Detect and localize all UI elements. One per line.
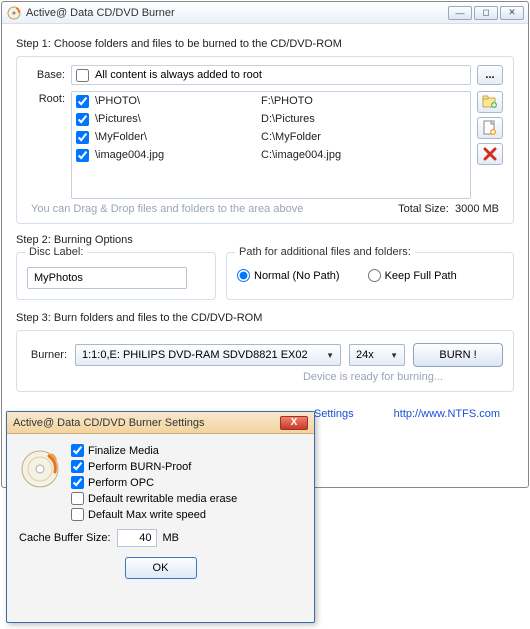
step1-panel: Base: All content is always added to roo… [16, 56, 514, 224]
maximize-button[interactable]: ◻ [474, 6, 498, 20]
opt-opc[interactable]: Perform OPC [71, 476, 302, 489]
add-file-button[interactable] [477, 117, 503, 139]
step2-label: Step 2: Burning Options [16, 234, 514, 246]
list-item[interactable]: \image004.jpg C:\image004.jpg [72, 146, 470, 164]
total-size-label: Total Size: [398, 203, 449, 215]
disc-label-input[interactable] [27, 267, 187, 289]
total-size-value: 3000 MB [455, 203, 499, 215]
base-text: All content is always added to root [95, 69, 262, 81]
dialog-titlebar: Active@ Data CD/DVD Burner Settings X [7, 412, 314, 434]
disc-label-group: Disc Label: [16, 252, 216, 300]
opt-rewritable[interactable]: Default rewritable media erase [71, 492, 302, 505]
settings-dialog: Active@ Data CD/DVD Burner Settings X Fi… [6, 411, 315, 623]
burner-status: Device is ready for burning... [27, 371, 503, 383]
close-button[interactable]: ✕ [500, 6, 524, 20]
list-item[interactable]: \MyFolder\ C:\MyFolder [72, 128, 470, 146]
settings-link[interactable]: Settings [314, 408, 354, 420]
step3-panel: Burner: 1:1:0,E: PHILIPS DVD-RAM SDVD882… [16, 330, 514, 392]
base-label: Base: [27, 69, 65, 81]
drag-hint: You can Drag & Drop files and folders to… [31, 203, 398, 215]
radio-keep-path[interactable]: Keep Full Path [368, 269, 457, 282]
burner-select[interactable]: 1:1:0,E: PHILIPS DVD-RAM SDVD8821 EX02▼ [75, 344, 341, 366]
chevron-down-icon: ▼ [390, 351, 398, 360]
root-list[interactable]: \PHOTO\ F:\PHOTO \Pictures\ D:\Pictures … [71, 91, 471, 199]
burn-button[interactable]: BURN ! [413, 343, 503, 367]
base-checkbox[interactable] [76, 69, 89, 82]
root-label: Root: [27, 91, 65, 199]
cache-input[interactable] [117, 529, 157, 547]
app-icon [6, 5, 22, 21]
dialog-title: Active@ Data CD/DVD Burner Settings [13, 417, 280, 429]
ntfs-link[interactable]: http://www.NTFS.com [394, 408, 500, 420]
minimize-button[interactable]: — [448, 6, 472, 20]
path-legend: Path for additional files and folders: [235, 246, 415, 258]
cache-label: Cache Buffer Size: [19, 532, 111, 544]
cd-icon [19, 448, 61, 490]
disc-label-legend: Disc Label: [25, 246, 87, 258]
item-checkbox[interactable] [76, 113, 89, 126]
dialog-close-button[interactable]: X [280, 416, 308, 430]
remove-button[interactable] [477, 143, 503, 165]
opt-maxspeed[interactable]: Default Max write speed [71, 508, 302, 521]
titlebar: Active@ Data CD/DVD Burner — ◻ ✕ [2, 2, 528, 24]
list-item[interactable]: \Pictures\ D:\Pictures [72, 110, 470, 128]
speed-select[interactable]: 24x▼ [349, 344, 405, 366]
chevron-down-icon: ▼ [326, 351, 334, 360]
cache-unit: MB [163, 532, 180, 544]
browse-button[interactable]: ... [477, 65, 503, 85]
window-title: Active@ Data CD/DVD Burner [26, 7, 448, 19]
add-folder-button[interactable] [477, 91, 503, 113]
opt-finalize[interactable]: Finalize Media [71, 444, 302, 457]
opt-burnproof[interactable]: Perform BURN-Proof [71, 460, 302, 473]
radio-normal[interactable]: Normal (No Path) [237, 269, 340, 282]
item-checkbox[interactable] [76, 95, 89, 108]
item-checkbox[interactable] [76, 131, 89, 144]
list-item[interactable]: \PHOTO\ F:\PHOTO [72, 92, 470, 110]
base-box: All content is always added to root [71, 65, 471, 85]
ok-button[interactable]: OK [125, 557, 197, 579]
step1-label: Step 1: Choose folders and files to be b… [16, 38, 514, 50]
burner-label: Burner: [27, 349, 67, 361]
item-checkbox[interactable] [76, 149, 89, 162]
window-buttons: — ◻ ✕ [448, 6, 524, 20]
path-group: Path for additional files and folders: N… [226, 252, 514, 300]
step3-label: Step 3: Burn folders and files to the CD… [16, 312, 514, 324]
